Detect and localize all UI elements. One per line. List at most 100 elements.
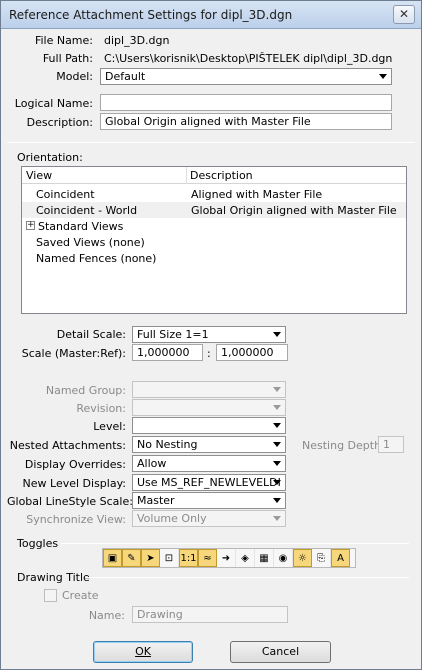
text-style-toggle[interactable]: A: [331, 549, 350, 567]
drawing-title-label: Drawing Title: [17, 571, 90, 584]
scale-line-styles-icon: ≈: [203, 552, 212, 564]
list-item-coincident-world[interactable]: Coincident - World Global Origin aligned…: [22, 202, 406, 218]
treat-as-element-toggle[interactable]: ⊡: [160, 549, 179, 567]
separator: [61, 543, 409, 544]
named-group-label: Named Group:: [45, 384, 126, 397]
chevron-down-icon: [273, 480, 281, 485]
lights-toggle[interactable]: ☼: [293, 549, 312, 567]
list-item-standard-views[interactable]: + Standard Views: [22, 218, 406, 234]
global-linestyle-scale-dropdown[interactable]: Master: [132, 492, 286, 509]
orientation-list[interactable]: View Description Coincident Aligned with…: [21, 166, 407, 314]
column-view-header[interactable]: View: [26, 169, 52, 182]
display-raster-toggle[interactable]: ◉: [274, 549, 293, 567]
new-level-display-dropdown[interactable]: Use MS_REF_NEWLEVELDI: [132, 474, 286, 491]
synchronize-view-dropdown[interactable]: Volume Only: [132, 510, 286, 527]
nested-attachments-dropdown[interactable]: No Nesting: [132, 436, 286, 453]
ref-scale-input[interactable]: 1,000000: [216, 344, 288, 361]
file-name-label: File Name:: [34, 34, 93, 47]
display-raster-icon: ◉: [278, 552, 288, 564]
scale-line-styles-toggle[interactable]: ≈: [198, 549, 217, 567]
window-title: Reference Attachment Settings for dipl_3…: [9, 8, 293, 22]
toggles-label: Toggles: [17, 537, 59, 550]
list-item-view: Coincident: [36, 188, 95, 201]
cancel-button[interactable]: Cancel: [230, 641, 331, 663]
description-label: Description:: [26, 116, 93, 129]
ok-button-label: OK: [135, 645, 151, 658]
list-item-description: Aligned with Master File: [191, 188, 323, 201]
create-checkbox[interactable]: [44, 589, 57, 602]
full-path-value: C:\Users\korisnik\Desktop\PIŠTELEK dipl\…: [104, 52, 393, 65]
list-item-view: Saved Views (none): [36, 236, 145, 249]
text-style-icon: A: [337, 552, 344, 564]
chevron-down-icon: [273, 498, 281, 503]
locate-toggle[interactable]: ➤: [141, 549, 160, 567]
new-level-display-value: Use MS_REF_NEWLEVELDI: [137, 476, 281, 489]
revision-dropdown[interactable]: [132, 399, 286, 416]
snap-toggle[interactable]: ✎: [122, 549, 141, 567]
logical-name-label: Logical Name:: [14, 97, 93, 110]
drawing-name-label: Name:: [88, 609, 125, 622]
display-overrides-value: Allow: [137, 457, 167, 470]
list-item-view: Coincident - World: [36, 204, 138, 217]
expand-icon[interactable]: +: [26, 221, 35, 230]
detail-scale-dropdown[interactable]: Full Size 1=1: [132, 326, 286, 343]
snap-icon: ✎: [127, 552, 136, 564]
ignore-attachment-toggle[interactable]: ➜: [217, 549, 236, 567]
clip-icon: ▦: [259, 552, 269, 564]
description-input[interactable]: Global Origin aligned with Master File: [100, 113, 392, 130]
ok-button[interactable]: OK: [93, 641, 193, 663]
named-group-dropdown[interactable]: [132, 381, 286, 398]
display-overrides-dropdown[interactable]: Allow: [132, 455, 286, 472]
list-header: View Description: [22, 167, 406, 184]
synchronize-view-label: Synchronize View:: [26, 513, 126, 526]
list-item-coincident[interactable]: Coincident Aligned with Master File: [22, 186, 406, 202]
title-bar: Reference Attachment Settings for dipl_3…: [1, 1, 421, 29]
nesting-depth-input[interactable]: 1: [378, 436, 404, 453]
logical-name-input[interactable]: [100, 94, 392, 111]
nested-attachments-label: Nested Attachments:: [9, 439, 126, 452]
detail-scale-label: Detail Scale:: [56, 328, 126, 341]
locate-icon: ➤: [146, 552, 155, 564]
use-lights-icon: ◈: [241, 552, 249, 564]
nested-attachments-value: No Nesting: [137, 438, 198, 451]
chevron-down-icon: [273, 332, 281, 337]
use-lights-toggle[interactable]: ◈: [236, 549, 255, 567]
separator: [85, 577, 409, 578]
separator: [7, 142, 415, 143]
list-item-saved-views[interactable]: Saved Views (none): [22, 234, 406, 250]
column-divider: [186, 167, 187, 184]
close-button[interactable]: ✕: [393, 5, 415, 24]
master-scale-input[interactable]: 1,000000: [132, 344, 203, 361]
orientation-label: Orientation:: [17, 151, 83, 164]
chevron-down-icon: [273, 423, 281, 428]
treat-as-element-icon: ⊡: [164, 552, 174, 564]
chevron-down-icon: [273, 387, 281, 392]
global-linestyle-scale-label: Global LineStyle Scale:: [7, 495, 133, 508]
synchronize-view-value: Volume Only: [137, 512, 207, 525]
scale-label: Scale (Master:Ref):: [21, 347, 126, 360]
lights-icon: ☼: [298, 552, 307, 564]
true-scale-icon: 1:1: [180, 552, 197, 564]
detail-scale-value: Full Size 1=1: [137, 328, 209, 341]
clip-toggle[interactable]: ▦: [255, 549, 274, 567]
drawing-name-input[interactable]: Drawing: [132, 606, 288, 623]
display-toggle[interactable]: ▣: [103, 549, 122, 567]
list-item-named-fences[interactable]: Named Fences (none): [22, 250, 406, 266]
chevron-down-icon: [273, 405, 281, 410]
model-dropdown[interactable]: Default: [100, 68, 392, 85]
full-path-label: Full Path:: [42, 52, 93, 65]
level-dropdown[interactable]: [132, 417, 286, 434]
annotation-toggle[interactable]: ⎘: [312, 549, 331, 567]
global-linestyle-scale-value: Master: [137, 494, 175, 507]
scale-separator: :: [207, 347, 211, 360]
reference-attachment-settings-dialog: Reference Attachment Settings for dipl_3…: [0, 0, 422, 670]
annotation-icon: ⎘: [317, 552, 325, 564]
chevron-down-icon: [273, 442, 281, 447]
display-icon: ▣: [107, 552, 118, 564]
nesting-depth-label: Nesting Depth:: [302, 439, 385, 452]
new-level-display-label: New Level Display:: [22, 477, 126, 490]
create-label: Create: [62, 589, 99, 602]
column-description-header[interactable]: Description: [190, 169, 253, 182]
revision-label: Revision:: [76, 402, 126, 415]
true-scale-toggle[interactable]: 1:1: [179, 549, 198, 567]
